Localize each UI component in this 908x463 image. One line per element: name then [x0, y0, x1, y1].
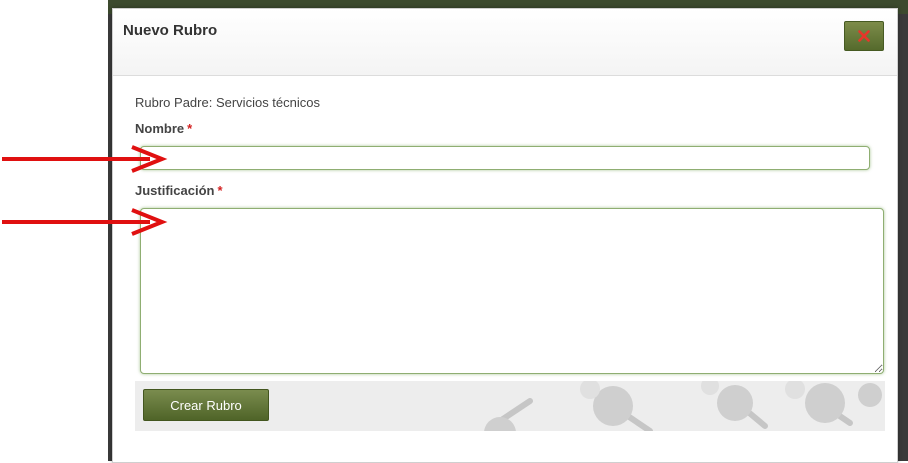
parent-rubro-label: Rubro Padre: — [135, 95, 213, 110]
dialog-title: Nuevo Rubro — [123, 22, 218, 39]
dialog-button-bar: Crear Rubro — [135, 381, 885, 431]
annotation-arrow-justification — [2, 208, 168, 236]
dialog-titlebar[interactable]: Nuevo Rubro — [113, 9, 897, 76]
name-field-label: Nombre * — [135, 121, 192, 136]
annotation-arrow-name — [2, 145, 168, 173]
parent-rubro-text: Rubro Padre: Servicios técnicos — [135, 95, 320, 110]
justification-textarea[interactable] — [140, 208, 884, 374]
name-input[interactable] — [140, 146, 870, 170]
justification-label-text: Justificación — [135, 183, 215, 198]
close-x-icon — [858, 30, 870, 42]
required-marker: * — [217, 183, 223, 198]
create-rubro-button[interactable]: Crear Rubro — [143, 389, 269, 421]
nuevo-rubro-dialog: Nuevo Rubro Rubro Padre: Servicios técni… — [112, 8, 898, 463]
parent-rubro-value: Servicios técnicos — [215, 95, 320, 110]
justification-field-label: Justificación * — [135, 183, 223, 198]
required-marker: * — [187, 121, 193, 136]
close-button[interactable] — [844, 21, 884, 51]
name-label-text: Nombre — [135, 121, 185, 136]
